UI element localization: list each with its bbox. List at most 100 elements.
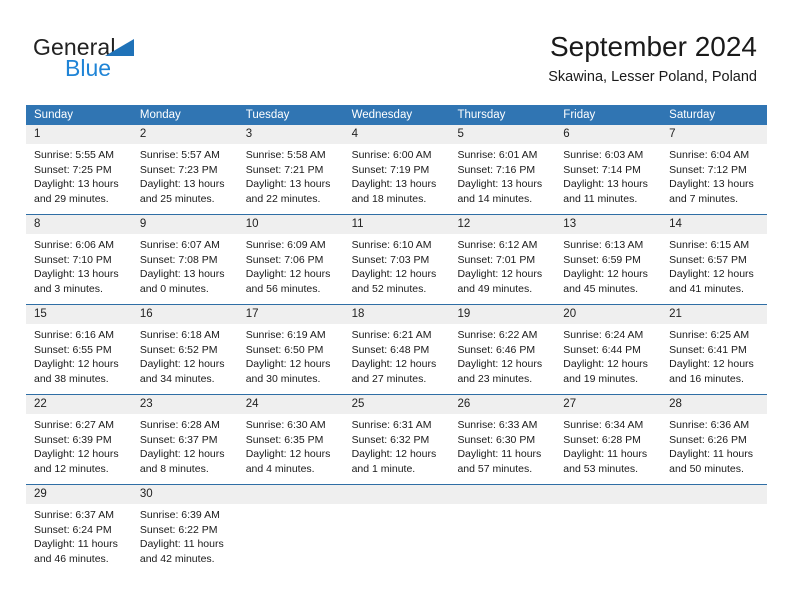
sunrise-text: Sunrise: 6:19 AM <box>245 329 326 341</box>
day-cell[interactable]: 5 Sunrise: 6:01 AM Sunset: 7:16 PM Dayli… <box>449 125 556 214</box>
day-cell[interactable]: 29 Sunrise: 6:37 AM Sunset: 6:24 PM Dayl… <box>26 485 132 574</box>
day-cell[interactable]: 30 Sunrise: 6:39 AM Sunset: 6:22 PM Dayl… <box>131 485 238 574</box>
day-cell[interactable]: 14 Sunrise: 6:15 AM Sunset: 6:57 PM Dayl… <box>661 215 768 304</box>
sunset-text: Sunset: 7:25 PM <box>34 163 112 176</box>
day-cell[interactable]: 4 Sunrise: 6:00 AM Sunset: 7:19 PM Dayli… <box>343 125 450 214</box>
day-number: 7 <box>661 125 768 144</box>
day-details: Sunrise: 6:13 AM Sunset: 6:59 PM Dayligh… <box>555 234 661 296</box>
day-number: 15 <box>26 305 132 324</box>
sunset-text: Sunset: 6:39 PM <box>34 433 112 446</box>
day-number: 2 <box>131 125 238 144</box>
day-cell[interactable]: 15 Sunrise: 6:16 AM Sunset: 6:55 PM Dayl… <box>26 305 132 394</box>
daylight-text-line2: and 38 minutes. <box>34 372 109 385</box>
daylight-text-line2: and 45 minutes. <box>563 282 639 295</box>
day-cell[interactable]: 17 Sunrise: 6:19 AM Sunset: 6:50 PM Dayl… <box>237 305 344 394</box>
day-details: Sunrise: 5:55 AM Sunset: 7:25 PM Dayligh… <box>26 144 132 206</box>
daylight-text-line1: Daylight: 13 hours <box>669 178 754 191</box>
sunset-text: Sunset: 7:10 PM <box>34 253 112 266</box>
daylight-text-line1: Daylight: 12 hours <box>351 358 437 371</box>
day-details: Sunrise: 6:24 AM Sunset: 6:44 PM Dayligh… <box>555 324 661 386</box>
day-cell[interactable]: 6 Sunrise: 6:03 AM Sunset: 7:14 PM Dayli… <box>555 125 662 214</box>
day-number: 11 <box>343 215 450 234</box>
sunrise-text: Sunrise: 6:34 AM <box>563 419 644 431</box>
day-number <box>343 485 450 504</box>
day-cell[interactable]: 27 Sunrise: 6:34 AM Sunset: 6:28 PM Dayl… <box>555 395 662 484</box>
sunrise-text: Sunrise: 5:55 AM <box>34 149 114 161</box>
day-number: 14 <box>661 215 768 234</box>
day-cell[interactable]: 24 Sunrise: 6:30 AM Sunset: 6:35 PM Dayl… <box>237 395 344 484</box>
day-cell[interactable]: 10 Sunrise: 6:09 AM Sunset: 7:06 PM Dayl… <box>237 215 344 304</box>
sunset-text: Sunset: 6:30 PM <box>457 433 536 446</box>
daylight-text-line1: Daylight: 12 hours <box>245 268 331 281</box>
daylight-text-line2: and 8 minutes. <box>139 462 209 475</box>
day-cell[interactable]: 9 Sunrise: 6:07 AM Sunset: 7:08 PM Dayli… <box>131 215 238 304</box>
day-number: 12 <box>449 215 556 234</box>
sunrise-text: Sunrise: 5:57 AM <box>139 149 220 161</box>
day-details: Sunrise: 6:03 AM Sunset: 7:14 PM Dayligh… <box>555 144 661 206</box>
brand-name-blue: Blue <box>65 55 112 81</box>
daylight-text-line2: and 56 minutes. <box>245 282 321 295</box>
daylight-text-line1: Daylight: 12 hours <box>563 268 648 281</box>
day-number: 28 <box>661 395 768 414</box>
sunrise-text: Sunrise: 6:31 AM <box>351 419 432 431</box>
day-number <box>661 485 768 504</box>
day-cell[interactable]: 28 Sunrise: 6:36 AM Sunset: 6:26 PM Dayl… <box>661 395 768 484</box>
day-cell[interactable]: 13 Sunrise: 6:13 AM Sunset: 6:59 PM Dayl… <box>555 215 662 304</box>
daylight-text-line2: and 41 minutes. <box>669 282 744 295</box>
sunset-text: Sunset: 7:23 PM <box>139 163 218 176</box>
day-cell[interactable]: 25 Sunrise: 6:31 AM Sunset: 6:32 PM Dayl… <box>343 395 450 484</box>
day-cell[interactable]: 11 Sunrise: 6:10 AM Sunset: 7:03 PM Dayl… <box>343 215 450 304</box>
sunrise-text: Sunrise: 6:27 AM <box>34 419 114 431</box>
daylight-text-line2: and 11 minutes. <box>563 192 638 205</box>
day-cell[interactable]: 23 Sunrise: 6:28 AM Sunset: 6:37 PM Dayl… <box>131 395 238 484</box>
daylight-text-line2: and 18 minutes. <box>351 192 427 205</box>
sunset-text: Sunset: 6:48 PM <box>351 343 430 356</box>
day-cell[interactable]: 12 Sunrise: 6:12 AM Sunset: 7:01 PM Dayl… <box>449 215 556 304</box>
day-cell[interactable]: 21 Sunrise: 6:25 AM Sunset: 6:41 PM Dayl… <box>661 305 768 394</box>
day-cell[interactable]: 22 Sunrise: 6:27 AM Sunset: 6:39 PM Dayl… <box>26 395 132 484</box>
daylight-text-line2: and 7 minutes. <box>669 192 739 205</box>
daylight-text-line1: Daylight: 12 hours <box>34 448 119 461</box>
day-number: 25 <box>343 395 450 414</box>
daylight-text-line2: and 23 minutes. <box>457 372 533 385</box>
day-cell[interactable]: 7 Sunrise: 6:04 AM Sunset: 7:12 PM Dayli… <box>661 125 768 214</box>
day-cell[interactable]: 1 Sunrise: 5:55 AM Sunset: 7:25 PM Dayli… <box>26 125 132 214</box>
daylight-text-line2: and 52 minutes. <box>351 282 427 295</box>
daylight-text-line1: Daylight: 12 hours <box>139 448 225 461</box>
day-details: Sunrise: 6:36 AM Sunset: 6:26 PM Dayligh… <box>661 414 767 476</box>
daylight-text-line1: Daylight: 12 hours <box>563 358 648 371</box>
daylight-text-line2: and 14 minutes. <box>457 192 533 205</box>
day-number: 5 <box>449 125 556 144</box>
day-number: 21 <box>661 305 768 324</box>
weekday-header-friday: Friday <box>563 109 596 121</box>
day-details: Sunrise: 6:07 AM Sunset: 7:08 PM Dayligh… <box>132 234 238 296</box>
day-cell[interactable]: 16 Sunrise: 6:18 AM Sunset: 6:52 PM Dayl… <box>131 305 238 394</box>
day-number: 23 <box>131 395 238 414</box>
day-details: Sunrise: 6:18 AM Sunset: 6:52 PM Dayligh… <box>132 324 238 386</box>
day-cell[interactable]: 19 Sunrise: 6:22 AM Sunset: 6:46 PM Dayl… <box>449 305 556 394</box>
day-cell[interactable]: 8 Sunrise: 6:06 AM Sunset: 7:10 PM Dayli… <box>26 215 132 304</box>
day-cell[interactable]: 26 Sunrise: 6:33 AM Sunset: 6:30 PM Dayl… <box>449 395 556 484</box>
day-cell[interactable]: 20 Sunrise: 6:24 AM Sunset: 6:44 PM Dayl… <box>555 305 662 394</box>
sunrise-text: Sunrise: 6:01 AM <box>457 149 538 161</box>
sunset-text: Sunset: 7:14 PM <box>563 163 641 176</box>
day-number: 13 <box>555 215 662 234</box>
day-details: Sunrise: 6:22 AM Sunset: 6:46 PM Dayligh… <box>449 324 555 386</box>
sunrise-text: Sunrise: 6:03 AM <box>563 149 644 161</box>
sunrise-text: Sunrise: 6:13 AM <box>563 239 644 251</box>
day-cell[interactable]: 2 Sunrise: 5:57 AM Sunset: 7:23 PM Dayli… <box>131 125 238 214</box>
sunset-text: Sunset: 7:03 PM <box>351 253 430 266</box>
day-cell[interactable]: 3 Sunrise: 5:58 AM Sunset: 7:21 PM Dayli… <box>237 125 344 214</box>
daylight-text-line2: and 22 minutes. <box>245 192 321 205</box>
brand-logo[interactable]: General Blue <box>33 34 233 82</box>
daylight-text-line1: Daylight: 12 hours <box>351 268 437 281</box>
page-subtitle: Skawina, Lesser Poland, Poland <box>548 69 757 85</box>
day-details: Sunrise: 6:19 AM Sunset: 6:50 PM Dayligh… <box>238 324 344 386</box>
daylight-text-line2: and 50 minutes. <box>669 462 744 475</box>
sunset-text: Sunset: 7:12 PM <box>669 163 747 176</box>
day-details: Sunrise: 6:12 AM Sunset: 7:01 PM Dayligh… <box>449 234 555 296</box>
daylight-text-line1: Daylight: 11 hours <box>669 448 754 461</box>
day-details: Sunrise: 5:57 AM Sunset: 7:23 PM Dayligh… <box>132 144 238 206</box>
day-number: 1 <box>26 125 132 144</box>
day-cell[interactable]: 18 Sunrise: 6:21 AM Sunset: 6:48 PM Dayl… <box>343 305 450 394</box>
